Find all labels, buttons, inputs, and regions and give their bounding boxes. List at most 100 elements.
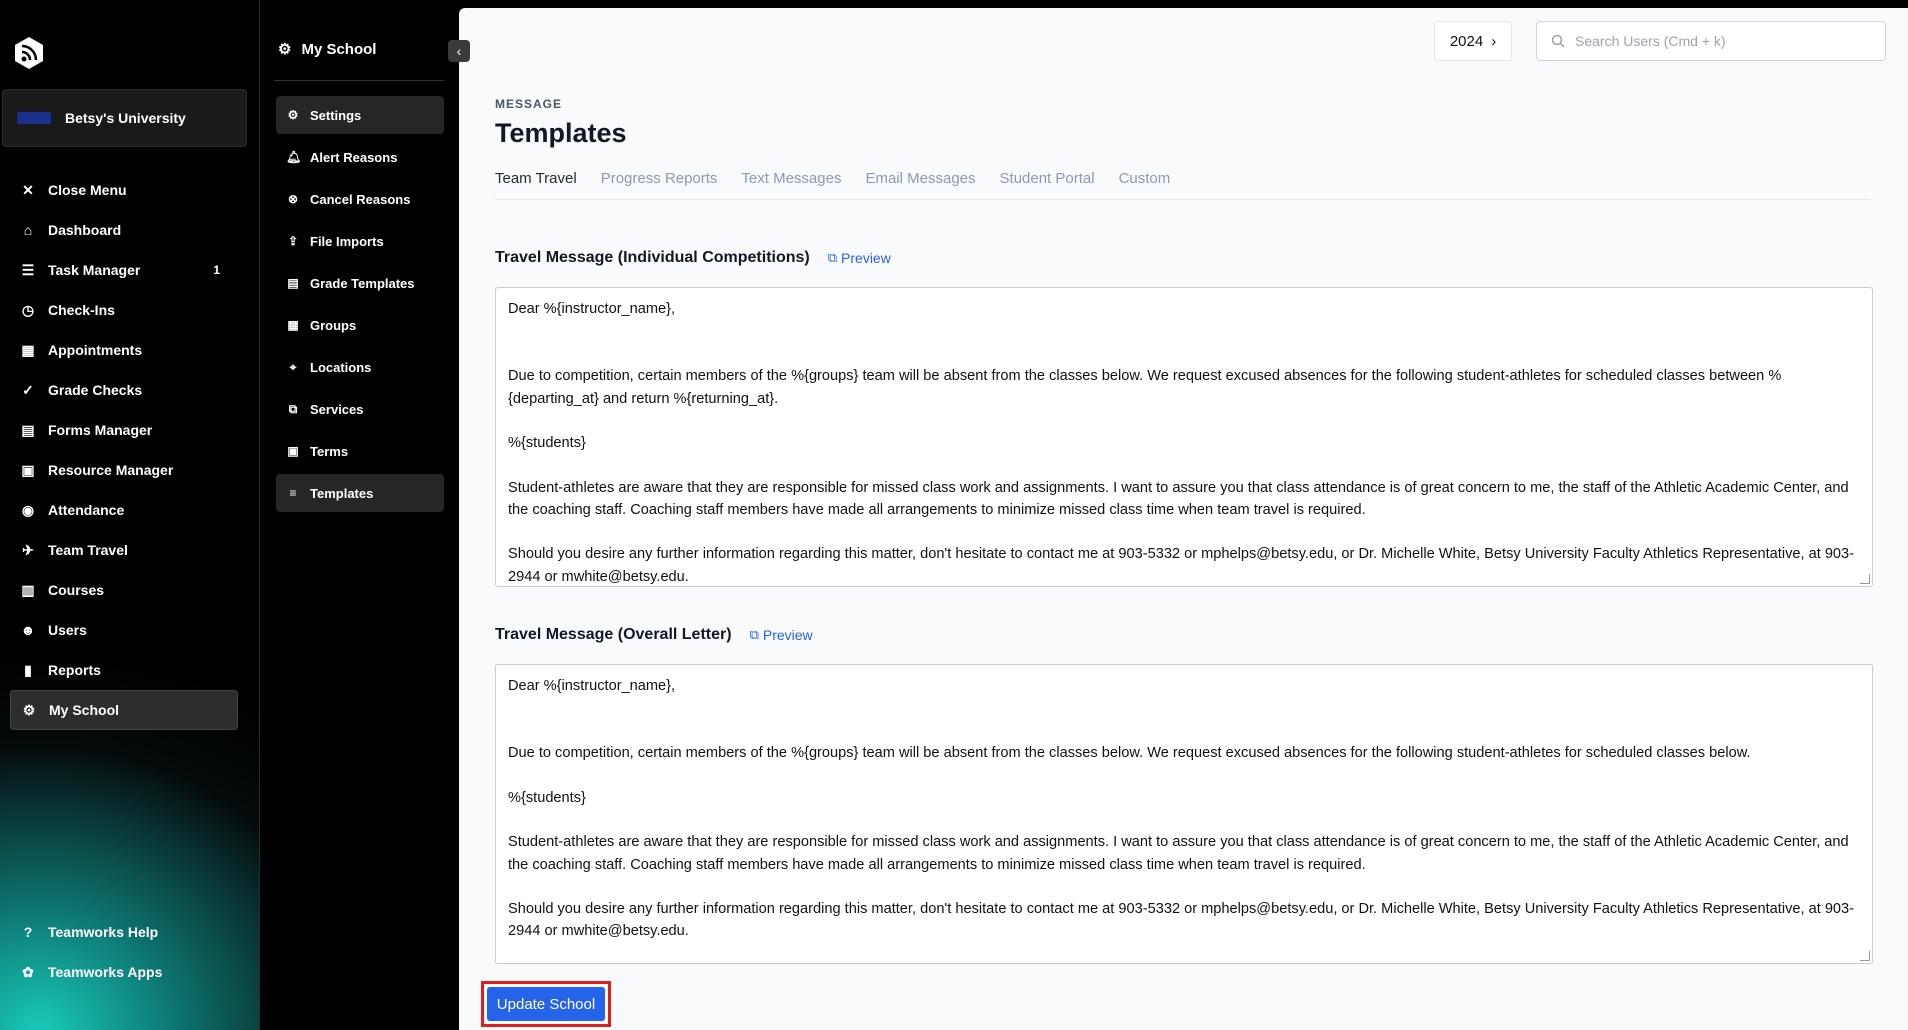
gear-icon: ⚙ — [22, 701, 36, 718]
preview-label: Preview — [841, 250, 891, 266]
nav-teamworks-help[interactable]: ? Teamworks Help — [10, 912, 238, 952]
resize-handle[interactable] — [1860, 574, 1870, 584]
tab-student-portal[interactable]: Student Portal — [1000, 164, 1095, 199]
apps-icon: ✿ — [22, 963, 34, 980]
resize-handle[interactable] — [1860, 951, 1870, 961]
nav-team-travel[interactable]: ✈ Team Travel — [10, 530, 238, 570]
main-sidebar: Betsy's University ✕ Close Menu ⌂ Dashboar… — [0, 0, 259, 1030]
template-icon: ≡ — [289, 486, 297, 500]
nav-label: Attendance — [48, 502, 125, 518]
nav-forms-manager[interactable]: ▤ Forms Manager — [10, 410, 238, 450]
resource-icon: ▣ — [21, 461, 35, 478]
search-users[interactable] — [1536, 21, 1886, 61]
message-textarea-individual[interactable]: Dear %{instructor_name}, Due to competit… — [495, 287, 1873, 587]
calendar-icon: ▣ — [287, 444, 299, 458]
chevron-left-icon: ‹ — [456, 43, 462, 59]
section-title-individual: Travel Message (Individual Competitions)… — [495, 249, 891, 267]
pin-icon: ⌖ — [289, 359, 297, 374]
template-tabs: Team Travel Progress Reports Text Messag… — [495, 164, 1871, 200]
external-link-icon: ⧉ — [749, 627, 759, 642]
nav-label: Users — [48, 622, 87, 638]
message-blank-line — [508, 697, 1860, 742]
nav-label: Appointments — [48, 342, 143, 358]
nav-dashboard[interactable]: ⌂ Dashboard — [10, 210, 238, 250]
nav-check-ins[interactable]: ◷ Check-Ins — [10, 290, 238, 330]
gear-icon: ⚙ — [287, 108, 299, 122]
tab-text-messages[interactable]: Text Messages — [741, 164, 841, 199]
chart-icon: ▮ — [24, 661, 32, 678]
subnav-list: ⚙ Settings 🔔︎ Alert Reasons ⊗ Cancel Reason… — [276, 96, 444, 516]
subnav-item-alert-reasons[interactable]: 🔔︎ Alert Reasons — [276, 138, 444, 176]
subnav-item-cancel-reasons[interactable]: ⊗ Cancel Reasons — [276, 180, 444, 218]
task-count-badge: 1 — [213, 263, 220, 277]
nav-users[interactable]: ☻ Users — [10, 610, 238, 650]
close-icon: ✕ — [22, 181, 34, 198]
book-icon: ▥ — [21, 581, 35, 598]
sidebar-footer: ? Teamworks Help ✿ Teamworks Apps — [10, 912, 238, 992]
update-school-button[interactable]: Update School — [487, 987, 605, 1021]
message-line: Due to competition, certain members of t… — [508, 745, 1751, 762]
nav-resource-manager[interactable]: ▣ Resource Manager — [10, 450, 238, 490]
nav-teamworks-apps[interactable]: ✿ Teamworks Apps — [10, 952, 238, 992]
nav-label: Dashboard — [48, 222, 122, 238]
nav-courses[interactable]: ▥ Courses — [10, 570, 238, 610]
search-icon — [1551, 34, 1565, 48]
upload-icon: ⇪ — [287, 234, 299, 248]
teamworks-logo-icon[interactable] — [12, 36, 46, 70]
subnav-item-terms[interactable]: ▣ Terms — [276, 432, 444, 470]
message-line: %{students} — [508, 789, 586, 806]
tab-progress-reports[interactable]: Progress Reports — [601, 164, 718, 199]
message-line: Due to competition, certain members of t… — [508, 368, 1782, 407]
year-selector[interactable]: 2024 › — [1434, 21, 1512, 61]
nav-label: Teamworks Apps — [48, 964, 163, 980]
home-icon: ⌂ — [23, 222, 33, 238]
section-title-text: Travel Message (Overall Letter) — [495, 626, 732, 643]
year-value: 2024 — [1449, 32, 1484, 50]
preview-link-individual[interactable]: ⧉ Preview — [828, 250, 891, 266]
org-switcher[interactable]: Betsy's University — [2, 89, 247, 147]
chevron-right-icon: › — [1491, 32, 1497, 50]
subnav-item-templates[interactable]: ≡ Templates — [276, 474, 444, 512]
section-title-text: Travel Message (Individual Competitions) — [495, 249, 810, 266]
nav-close-menu[interactable]: ✕ Close Menu — [10, 170, 238, 210]
subnav-label: Groups — [310, 317, 357, 333]
bell-icon: 🔔︎ — [286, 150, 302, 164]
subnav-item-settings[interactable]: ⚙ Settings — [276, 96, 444, 134]
update-button-highlight: Update School — [481, 981, 611, 1027]
nav-task-manager[interactable]: ☰ Task Manager 1 — [10, 250, 238, 290]
nav-label: Close Menu — [48, 182, 127, 198]
tab-team-travel[interactable]: Team Travel — [495, 164, 577, 199]
main-content: 2024 › MESSAGE Templates Team Travel Prog… — [459, 8, 1908, 1030]
org-logo — [17, 112, 51, 124]
subnav-item-groups[interactable]: ▦ Groups — [276, 306, 444, 344]
message-line: Dear %{instructor_name}, — [508, 301, 676, 317]
nav-grade-checks[interactable]: ✓ Grade Checks — [10, 370, 238, 410]
help-icon: ? — [23, 924, 33, 940]
subnav-item-locations[interactable]: ⌖ Locations — [276, 348, 444, 386]
subnav-item-grade-templates[interactable]: ▤ Grade Templates — [276, 264, 444, 302]
tab-custom[interactable]: Custom — [1119, 164, 1171, 199]
preview-link-overall[interactable]: ⧉ Preview — [750, 627, 813, 643]
nav-appointments[interactable]: ▦ Appointments — [10, 330, 238, 370]
nav-label: Team Travel — [48, 542, 128, 558]
tab-email-messages[interactable]: Email Messages — [865, 164, 975, 199]
message-blank-line — [508, 320, 1860, 365]
checklist-icon: ☰ — [21, 261, 35, 278]
subnav-label: File Imports — [310, 233, 384, 249]
grade-icon: ✓ — [22, 381, 34, 398]
subnav-label: Services — [310, 401, 364, 417]
message-line: Dear %{instructor_name}, — [508, 678, 676, 694]
nav-my-school[interactable]: ⚙ My School — [10, 690, 238, 730]
collapse-subnav-button[interactable]: ‹ — [448, 40, 470, 62]
nav-attendance[interactable]: ◉ Attendance — [10, 490, 238, 530]
form-icon: ▤ — [21, 421, 35, 438]
search-input[interactable] — [1575, 33, 1875, 49]
subnav-item-file-imports[interactable]: ⇪ File Imports — [276, 222, 444, 260]
subnav-item-services[interactable]: ⧉ Services — [276, 390, 444, 428]
nav-reports[interactable]: ▮ Reports — [10, 650, 238, 690]
subnav-label: Grade Templates — [310, 275, 415, 291]
message-line: Should you desire any further informatio… — [508, 546, 1855, 585]
message-textarea-overall[interactable]: Dear %{instructor_name}, Due to competit… — [495, 664, 1873, 964]
nav-label: Grade Checks — [48, 382, 143, 398]
gear-icon: ⚙ — [278, 41, 292, 58]
